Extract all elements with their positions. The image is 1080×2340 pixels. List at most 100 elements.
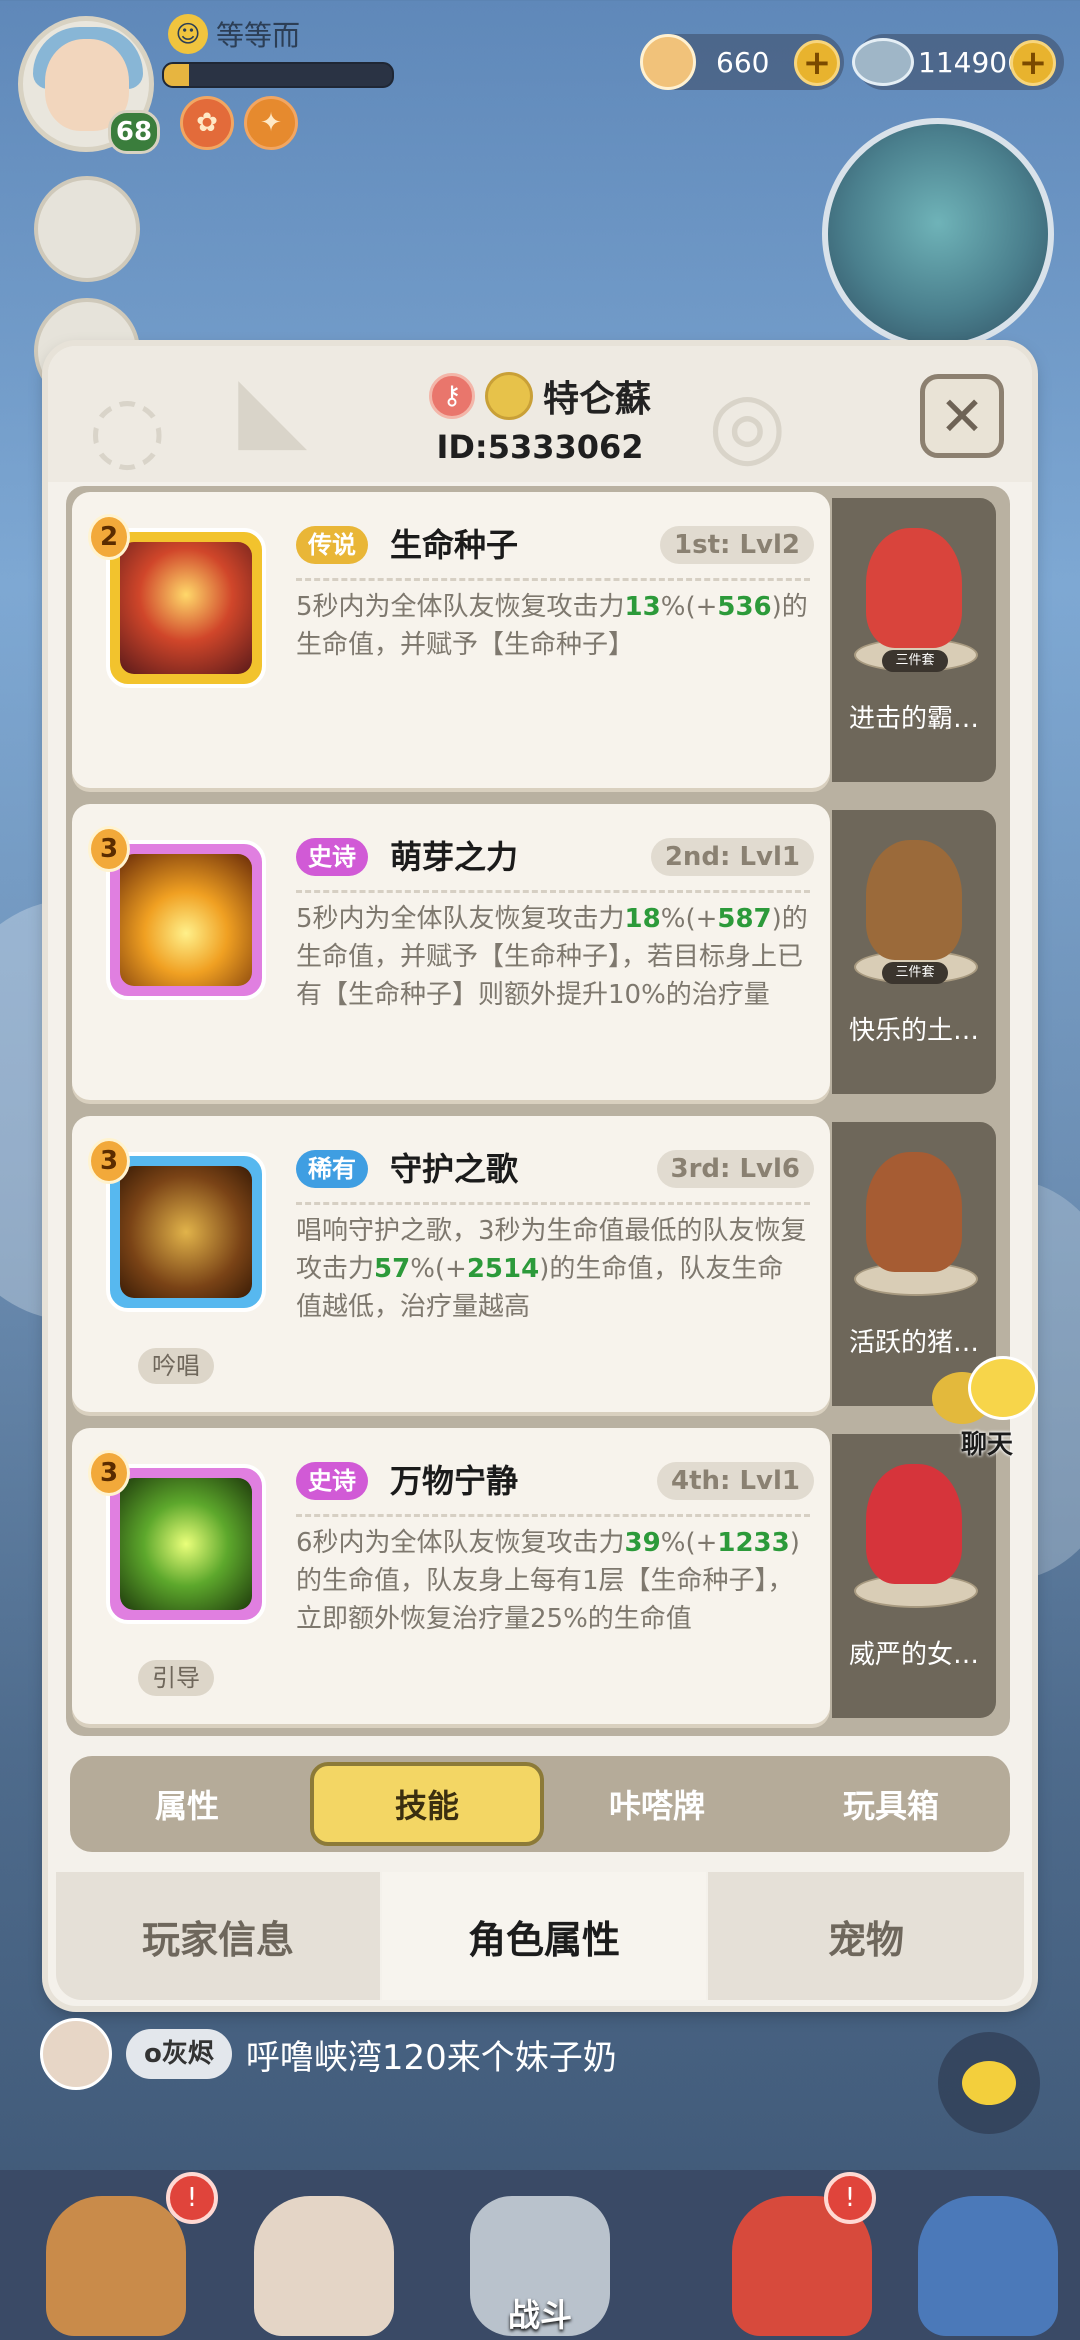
notification-bell-icon: !	[166, 2172, 218, 2224]
skill-art	[120, 854, 252, 986]
character-icon	[254, 2196, 394, 2336]
skill-icon[interactable]	[106, 840, 266, 1000]
desc-text: 5秒内为全体队友恢复攻击力	[296, 904, 625, 934]
skill-name: 生命种子	[390, 526, 519, 564]
pearl-icon	[852, 38, 914, 86]
pet-name: 活跃的猪…	[848, 1328, 979, 1358]
skill-name: 萌芽之力	[390, 838, 519, 876]
currency-pearl-value: 114906	[918, 45, 1025, 79]
desc-unit: %(+	[410, 1254, 467, 1284]
skill-art	[120, 1166, 252, 1298]
skill-gem-level: 3	[88, 1138, 130, 1184]
nav-slot-gate[interactable]	[890, 2178, 1080, 2340]
profile-name: 特仑蘇	[542, 379, 651, 420]
skill-tag: 引导	[138, 1660, 214, 1696]
tab-toybox[interactable]: 玩具箱	[774, 1756, 1008, 1852]
tab-attributes[interactable]: 属性	[70, 1756, 304, 1852]
profile-face-icon	[484, 372, 533, 420]
skill-card[interactable]: 2 传说 生命种子 1st: Lvl2 5秒内为全体队友恢复攻击力13%(+536)的生…	[72, 492, 830, 788]
pet-name: 快乐的土…	[848, 1016, 979, 1046]
emoji-face-icon: ☺	[168, 14, 208, 54]
pet-slot[interactable]: 三件套快乐的土…	[832, 810, 996, 1094]
player-name-row: ☺ 等等而	[168, 14, 300, 54]
skill-tag: 吟唱	[138, 1348, 214, 1384]
teammate-avatar[interactable]	[34, 176, 140, 282]
skill-icon[interactable]	[106, 1464, 266, 1624]
xp-bar-fill	[164, 64, 190, 86]
nav-slot-hero[interactable]: !	[18, 2172, 218, 2340]
desc-percent: 18	[624, 904, 661, 934]
close-button[interactable]: ✕	[920, 374, 1004, 458]
nav-slot-pet[interactable]: !	[704, 2172, 900, 2340]
player-name: 等等而	[216, 19, 301, 52]
profile-id: ID:5333062	[436, 428, 644, 466]
skill-art	[120, 1478, 252, 1610]
skill-rank: 2nd: Lvl1	[650, 838, 814, 876]
buff-icon-gold[interactable]: ✦	[244, 96, 298, 150]
profile-title: ⚷ 特仑蘇	[0, 370, 1080, 422]
tab-skills[interactable]: 技能	[310, 1762, 544, 1846]
pet-icon	[866, 1152, 962, 1272]
nav-slot-character[interactable]	[226, 2178, 422, 2340]
chat-message: 呼噜峡湾120来个妹子奶	[245, 2037, 617, 2078]
minimap[interactable]	[822, 118, 1054, 350]
skill-card[interactable]: 3 史诗 万物宁静 4th: Lvl1 6秒内为全体队友恢复攻击力39%(+1233)的…	[72, 1428, 830, 1724]
tab-pets[interactable]: 宠物	[708, 1872, 1024, 2000]
xp-bar	[162, 62, 394, 88]
skill-rank: 1st: Lvl2	[660, 526, 814, 564]
pet-icon	[866, 1464, 962, 1584]
set-badge: 三件套	[882, 962, 948, 984]
add-shell-button[interactable]: +	[794, 40, 840, 86]
currency-shell-value: 660	[716, 45, 770, 79]
skill-icon[interactable]	[106, 1152, 266, 1312]
skill-name: 守护之歌	[390, 1150, 519, 1188]
tab-character-stats[interactable]: 角色属性	[382, 1872, 706, 2000]
skill-rank: 3rd: Lvl6	[656, 1150, 814, 1188]
skill-gem-level: 3	[88, 1450, 130, 1496]
world-chat-line[interactable]: o灰烬 呼噜峡湾120来个妹子奶	[40, 2016, 940, 2092]
skill-card[interactable]: 3 史诗 萌芽之力 2nd: Lvl1 5秒内为全体队友恢复攻击力18%(+587)的生…	[72, 804, 830, 1100]
skill-rank: 4th: Lvl1	[657, 1462, 814, 1500]
chat-sender-name: o灰烬	[126, 2029, 232, 2079]
desc-bonus: 536	[717, 592, 772, 622]
pet-slot[interactable]: 威严的女…	[832, 1434, 996, 1718]
skill-description: 6秒内为全体队友恢复攻击力39%(+1233)的生命值，队友身上每有1层【生命种…	[296, 1524, 808, 1638]
pet-name: 威严的女…	[848, 1640, 979, 1670]
skill-description: 唱响守护之歌，3秒为生命值最低的队友恢复攻击力57%(+2514)的生命值，队友…	[296, 1212, 808, 1326]
chat-bubble-icon	[968, 1356, 1038, 1420]
desc-percent: 13	[624, 592, 661, 622]
tab-cards[interactable]: 咔嗒牌	[540, 1756, 774, 1852]
battle-label: 战斗	[507, 2296, 572, 2334]
skill-card[interactable]: 3 稀有 守护之歌 3rd: Lvl6 唱响守护之歌，3秒为生命值最低的队友恢复攻击力5…	[72, 1116, 830, 1412]
add-pearl-button[interactable]: +	[1010, 40, 1056, 86]
desc-text: 5秒内为全体队友恢复攻击力	[296, 592, 625, 622]
skill-icon[interactable]	[106, 528, 266, 688]
pet-icon	[866, 840, 962, 960]
desc-percent: 57	[374, 1254, 411, 1284]
buff-icon-flower[interactable]: ✿	[180, 96, 234, 150]
pet-icon	[866, 528, 962, 648]
desc-unit: %(+	[660, 904, 718, 934]
skill-gem-level: 3	[88, 826, 130, 872]
chat-float-label: 聊天	[960, 1430, 1013, 1460]
tab-player-info[interactable]: 玩家信息	[56, 1872, 380, 2000]
desc-unit: %(+	[660, 592, 718, 622]
chat-avatar	[40, 2018, 112, 2090]
shell-icon	[640, 34, 696, 90]
pet-name: 进击的霸…	[848, 704, 979, 734]
desc-bonus: 1233	[717, 1528, 790, 1558]
chat-float-button[interactable]: 聊天	[924, 1356, 1044, 1466]
desc-bonus: 587	[717, 904, 772, 934]
notification-bell-icon: !	[824, 2172, 876, 2224]
chat-bubble-icon	[962, 2061, 1016, 2105]
key-icon: ⚷	[428, 373, 475, 419]
rarity-badge: 史诗	[296, 838, 368, 876]
skill-name: 万物宁静	[390, 1462, 519, 1500]
desc-bonus: 2514	[466, 1254, 540, 1284]
chat-button[interactable]	[938, 2032, 1040, 2134]
pet-slot[interactable]: 三件套 进击的霸…	[832, 498, 996, 782]
skill-description: 5秒内为全体队友恢复攻击力18%(+587)的生命值，并赋予【生命种子】，若目标…	[296, 900, 808, 1014]
divider	[296, 1202, 810, 1205]
rarity-badge: 史诗	[296, 1462, 368, 1500]
desc-percent: 39	[624, 1528, 661, 1558]
